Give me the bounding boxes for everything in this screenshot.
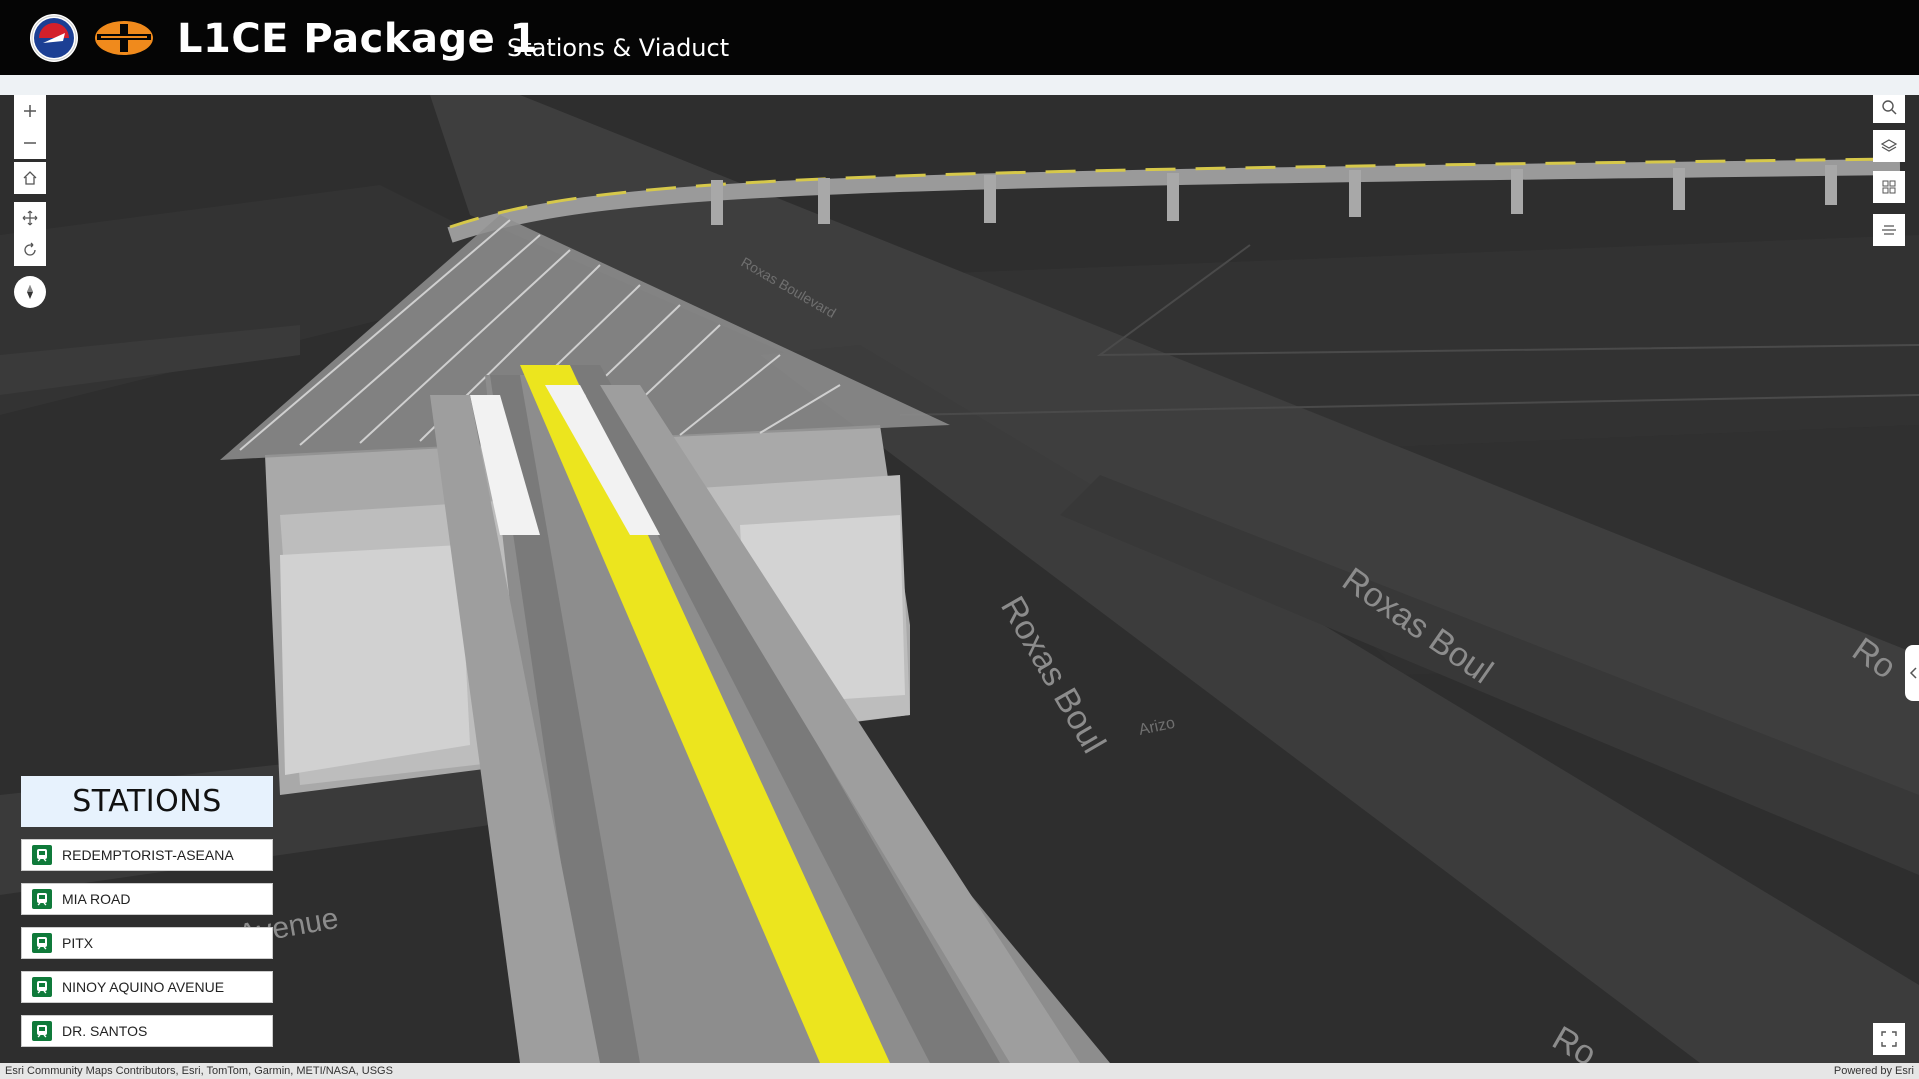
search-button[interactable] <box>1873 95 1905 123</box>
rotate-icon <box>24 242 36 256</box>
zoom-out-button[interactable] <box>14 127 46 159</box>
rotate-button[interactable] <box>14 234 46 266</box>
zoom-in-button[interactable] <box>14 95 46 127</box>
home-button[interactable] <box>14 162 46 194</box>
powered-by-esri[interactable]: Powered by Esri <box>1834 1063 1914 1079</box>
station-label: NINOY AQUINO AVENUE <box>62 979 225 995</box>
slice-icon <box>1882 225 1896 235</box>
zoom-out-icon <box>24 142 36 144</box>
dotr-seal-icon <box>29 13 79 63</box>
attribution-text[interactable]: Esri Community Maps Contributors, Esri, … <box>5 1063 393 1079</box>
train-icon <box>32 933 52 953</box>
app-title: L1CE Package 1 <box>177 16 538 62</box>
app-header: L1CE Package 1 Stations & Viaduct <box>0 0 1919 75</box>
fullscreen-button[interactable] <box>1873 1023 1905 1055</box>
basemap-gallery-button[interactable] <box>1873 171 1905 203</box>
train-icon <box>32 1021 52 1041</box>
station-item-dr-santos[interactable]: DR. SANTOS <box>21 1015 273 1047</box>
train-icon <box>32 977 52 997</box>
lrmc-logo-icon <box>93 18 155 58</box>
train-icon <box>32 889 52 909</box>
station-item-pitx[interactable]: PITX <box>21 927 273 959</box>
layers-icon <box>1880 139 1898 152</box>
scene-canvas[interactable]: Roxas Boul Roxas Boul Ro Ro Avenue Roxas… <box>0 95 1919 1063</box>
station-item-ninoy-aquino-avenue[interactable]: NINOY AQUINO AVENUE <box>21 971 273 1003</box>
search-icon <box>1882 100 1897 115</box>
scene-view[interactable]: Roxas Boul Roxas Boul Ro Ro Avenue Roxas… <box>0 95 1919 1063</box>
compass-button[interactable] <box>14 276 46 308</box>
attribution-bar: Esri Community Maps Contributors, Esri, … <box>0 1063 1919 1079</box>
station-label: PITX <box>62 935 94 951</box>
layers-button[interactable] <box>1873 130 1905 162</box>
pan-button[interactable] <box>14 202 46 234</box>
station-label: DR. SANTOS <box>62 1023 148 1039</box>
stations-panel: STATIONS REDEMPTORIST-ASEANA MIA ROAD PI… <box>21 776 273 1047</box>
stations-title: STATIONS <box>21 776 273 827</box>
header-divider <box>0 75 1919 95</box>
slice-button[interactable] <box>1873 214 1905 246</box>
panel-collapse-toggle[interactable] <box>1905 645 1919 701</box>
app-subtitle: Stations & Viaduct <box>507 34 730 62</box>
chevron-left-icon <box>1909 667 1917 679</box>
station-item-redemptorist-aseana[interactable]: REDEMPTORIST-ASEANA <box>21 839 273 871</box>
fullscreen-icon <box>1881 1031 1897 1047</box>
zoom-in-icon <box>24 105 36 117</box>
train-icon <box>32 845 52 865</box>
station-item-mia-road[interactable]: MIA ROAD <box>21 883 273 915</box>
compass-icon <box>27 285 33 299</box>
station-label: MIA ROAD <box>62 891 131 907</box>
home-icon <box>23 171 37 185</box>
basemap-gallery-icon <box>1882 180 1896 194</box>
pan-icon <box>22 210 38 226</box>
station-label: REDEMPTORIST-ASEANA <box>62 847 234 863</box>
